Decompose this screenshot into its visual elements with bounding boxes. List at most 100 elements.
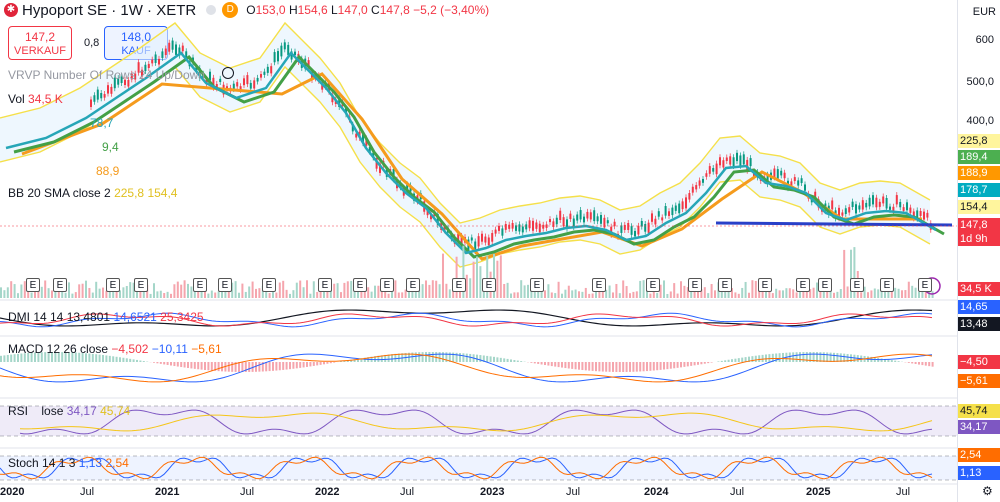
macd-hist-bar [173, 362, 176, 367]
volume-bar [13, 284, 16, 298]
macd-legend[interactable]: MACD 12 26 close −4,502 −10,11 −5,61 [8, 342, 222, 356]
earnings-marker-icon[interactable]: E [818, 278, 832, 292]
macd-hist-bar [312, 362, 315, 366]
rsi-legend[interactable]: RSI lose 34,17 45,74 [8, 404, 130, 418]
earnings-marker-icon[interactable]: E [406, 278, 420, 292]
macd-hist-bar [306, 362, 308, 367]
macd-hist-bar [183, 362, 186, 368]
volume-bar [748, 292, 750, 298]
volume-bar [564, 289, 567, 298]
vrvp-legend[interactable]: VRVP Number Of Rows 24 Up/Down [8, 68, 205, 82]
volume-bar [540, 291, 543, 298]
volume-bar [180, 284, 183, 298]
price-tag: 1d 9h [958, 232, 1000, 246]
volume-bar [149, 293, 152, 298]
volume-bar [268, 293, 271, 298]
macd-tag: −5,61 [958, 374, 1000, 388]
currency-label[interactable]: EUR [973, 6, 996, 18]
earnings-marker-icon[interactable]: E [26, 278, 40, 292]
volume-bar [214, 292, 217, 298]
dmi-tag: 14,65 [958, 300, 1000, 314]
macd-hist-bar [530, 362, 533, 363]
volume-bar [95, 281, 98, 298]
volume-bar [3, 290, 6, 298]
macd-hist-bar [510, 359, 512, 362]
ma-teal-value: 78,7 [90, 116, 114, 130]
earnings-marker-icon[interactable]: E [380, 278, 394, 292]
earnings-marker-icon[interactable]: E [318, 278, 332, 292]
volume-bar [258, 288, 261, 298]
volume-bar [292, 290, 295, 298]
earnings-marker-icon[interactable]: E [592, 278, 606, 292]
macd-hist-bar [136, 359, 138, 362]
earnings-marker-icon[interactable]: E [688, 278, 702, 292]
volume-bar [554, 293, 557, 298]
earnings-marker-icon[interactable]: E [452, 278, 466, 292]
volume-bar [588, 293, 591, 298]
earnings-marker-icon[interactable]: E [53, 278, 67, 292]
volume-bar [649, 293, 652, 298]
bollinger-legend[interactable]: BB 20 SMA close 2 225,8 154,4 [8, 186, 177, 200]
macd-hist-bar [520, 361, 523, 362]
macd-hist-bar [612, 362, 614, 372]
macd-hist-bar [693, 362, 696, 366]
volume-bar [431, 280, 434, 298]
volume-bar [91, 292, 94, 298]
macd-hist-bar [754, 355, 757, 362]
settings-gear-icon[interactable]: ⚙ [982, 484, 993, 498]
macd-hist-bar [578, 362, 580, 370]
macd-hist-bar [227, 362, 230, 372]
macd-hist-bar [493, 356, 495, 362]
macd-hist-bar [258, 362, 261, 372]
macd-hist-bar [914, 362, 917, 365]
earnings-marker-icon[interactable]: E [193, 278, 207, 292]
price-axis[interactable]: EUR 600 500,0 400,0 225,8 189,4 188,9 178,7… [957, 0, 1000, 502]
earnings-marker-icon[interactable]: E [262, 278, 276, 292]
volume-bar [391, 291, 393, 298]
earnings-marker-icon[interactable]: E [353, 278, 367, 292]
macd-hist-bar [826, 352, 829, 362]
macd-hist-bar [0, 355, 2, 362]
earnings-marker-icon[interactable]: E [482, 278, 496, 292]
macd-hist-bar [778, 353, 781, 362]
earnings-marker-icon[interactable]: E [758, 278, 772, 292]
macd-hist-bar [686, 362, 689, 367]
earnings-marker-icon[interactable]: E [530, 278, 544, 292]
earnings-marker-icon[interactable]: E [796, 278, 810, 292]
macd-hist-bar [323, 362, 325, 365]
volume-bar [833, 292, 835, 298]
earnings-marker-icon[interactable]: E [134, 278, 148, 292]
macd-hist-bar [731, 359, 733, 362]
macd-hist-bar [707, 362, 710, 364]
volume-bar [98, 288, 101, 298]
macd-hist-bar [547, 362, 550, 366]
macd-hist-bar [265, 362, 268, 372]
macd-hist-bar [469, 353, 472, 362]
volume-bar [85, 280, 87, 298]
earnings-marker-icon[interactable]: E [918, 278, 932, 292]
earnings-marker-icon[interactable]: E [106, 278, 120, 292]
volume-bar [792, 289, 795, 298]
macd-hist-bar [642, 362, 645, 372]
macd-hist-bar [115, 356, 118, 362]
earnings-marker-icon[interactable]: E [718, 278, 732, 292]
volume-bar [336, 283, 339, 298]
earnings-marker-icon[interactable]: E [646, 278, 660, 292]
macd-hist-bar [601, 362, 604, 372]
volume-bar [496, 260, 499, 298]
earnings-marker-icon[interactable]: E [218, 278, 232, 292]
dmi-tag: 13,48 [958, 317, 1000, 331]
macd-hist-bar [928, 362, 931, 367]
earnings-marker-icon[interactable]: E [850, 278, 864, 292]
macd-hist-bar [676, 362, 679, 368]
volume-bar [166, 291, 169, 298]
volume-bar [914, 287, 917, 298]
hide-eye-icon[interactable] [222, 67, 234, 79]
dmi-legend[interactable]: DMI 14 14 13,4801 14,6521 25,3425 [8, 310, 204, 324]
macd-hist-bar [911, 362, 914, 364]
volume-legend[interactable]: Vol 34,5 K [8, 92, 63, 106]
earnings-marker-icon[interactable]: E [880, 278, 894, 292]
stoch-legend[interactable]: Stoch 14 1 3 1,13 2,54 [8, 456, 129, 470]
macd-hist-bar [506, 358, 509, 362]
macd-hist-bar [190, 362, 193, 369]
